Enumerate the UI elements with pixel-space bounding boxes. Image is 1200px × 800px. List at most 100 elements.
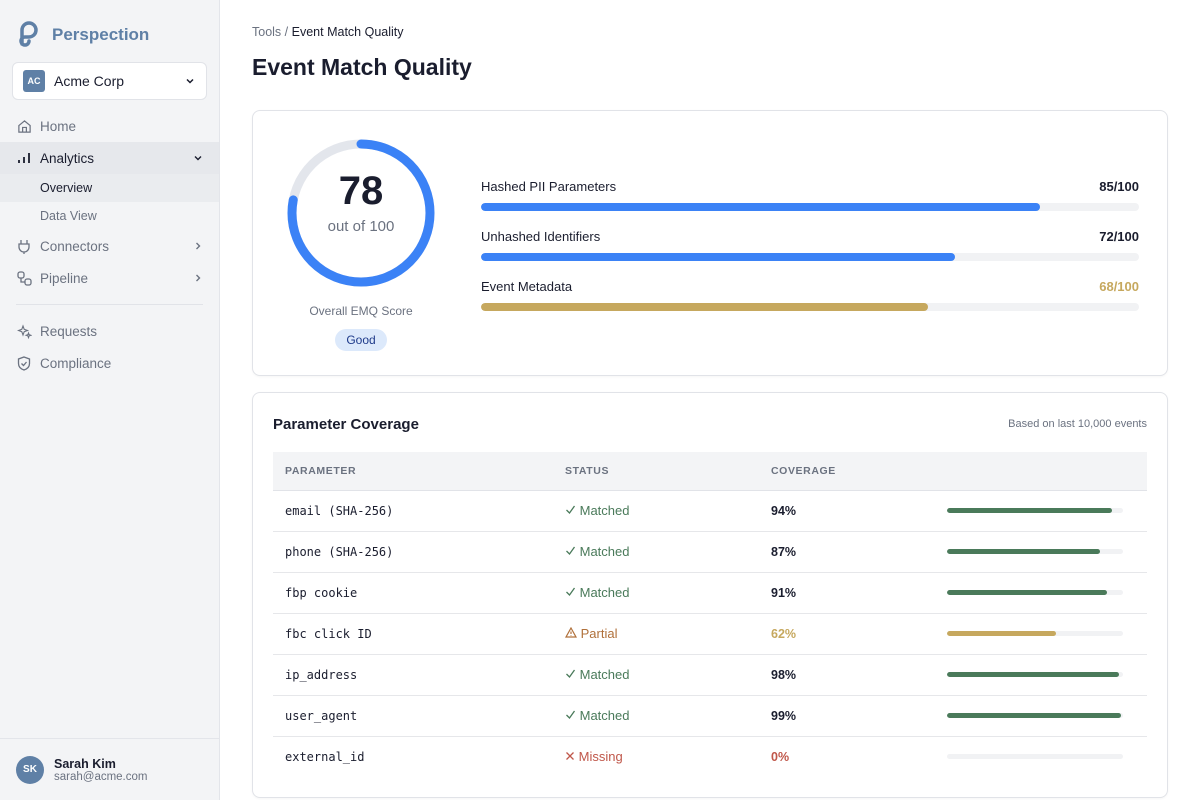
check-icon [565,503,576,518]
coverage-bar-cell [935,531,1147,573]
parameter-name: phone (SHA-256) [273,531,553,573]
emq-score-card: 78 out of 100 Overall EMQ Score Good Has… [252,110,1168,376]
sidebar-item-pipeline[interactable]: Pipeline [0,262,219,294]
coverage-bar-cell [935,654,1147,696]
logo[interactable]: Perspection [16,20,149,50]
sidebar-item-label: Pipeline [40,270,89,286]
sidebar-divider [16,304,203,305]
coverage-value: 87% [759,531,935,573]
table-row: fbp cookie Matched 91% [273,572,1147,614]
bar-chart-icon [16,151,32,165]
column-header-bar [935,452,1147,491]
sidebar: Perspection AC Acme Corp Home Analytics … [0,0,220,800]
coverage-value: 99% [759,695,935,737]
coverage-bar [947,508,1123,513]
metric-progress-fill [481,253,955,261]
sidebar-item-label: Requests [40,323,98,339]
table-row: fbc click ID Partial 62% [273,613,1147,655]
column-header-coverage: COVERAGE [759,452,935,491]
column-header-parameter: PARAMETER [273,452,553,491]
plug-icon [16,239,32,254]
status-badge: Good [335,329,387,351]
table-row: external_id Missing 0% [273,736,1147,777]
sidebar-item-home[interactable]: Home [0,110,219,142]
coverage-bar [947,754,1123,760]
parameter-name: external_id [285,749,365,764]
coverage-table: PARAMETER STATUS COVERAGE email (SHA-256… [273,452,1147,777]
status-label: Partial [580,626,618,641]
coverage-bar-cell [935,490,1147,532]
sidebar-item-requests[interactable]: Requests [0,315,219,347]
metric-progress-fill [481,203,1041,211]
breadcrumb-separator: / [284,25,289,39]
metric-progress-bar [481,203,1139,211]
breadcrumb: Tools / Event Match Quality [252,25,404,39]
coverage-bar-fill [947,549,1101,554]
parameter-name: email (SHA-256) [273,490,553,532]
metric-value: 72/100 [1099,229,1139,244]
score-value: 78 [338,169,384,213]
shield-check-icon [16,355,32,371]
status-cell: Partial [553,613,759,655]
sidebar-item-label: Connectors [40,238,110,254]
sidebar-item-connectors[interactable]: Connectors [0,230,219,262]
coverage-bar-fill [947,713,1122,718]
parameter-name: user_agent [273,695,553,737]
user-profile[interactable]: SK Sarah Kim sarah@acme.com [0,738,219,800]
sidebar-item-compliance[interactable]: Compliance [0,347,219,379]
table-row: ip_address Matched 98% [273,654,1147,696]
x-icon [565,749,575,764]
coverage-bar [947,713,1123,718]
metric-progress-bar [481,303,1139,311]
breadcrumb-parent[interactable]: Tools [252,25,281,39]
metric-label: Event Metadata [481,279,573,294]
parameter-name: ip_address [273,654,553,696]
coverage-value: 0% [771,749,790,764]
coverage-bar-cell [935,736,1147,777]
metric-progress-bar [481,253,1139,261]
sparkles-icon [16,323,32,339]
status-cell: Matched [553,695,759,737]
coverage-bar [947,549,1123,554]
status-cell: Matched [553,531,759,573]
sidebar-item-label: Analytics [40,150,95,166]
chevron-down-icon [186,78,194,84]
metric-progress-fill [481,303,929,311]
warning-icon [564,626,578,641]
chevron-right-icon [196,242,201,250]
coverage-bar [947,590,1123,595]
metric-value: 85/100 [1099,179,1139,194]
metric-2: Event Metadata 68/100 [481,279,1139,311]
status-label: Matched [579,585,630,600]
check-icon [565,544,576,559]
sidebar-nav: Home Analytics Overview Data View Connec… [0,110,219,379]
coverage-bar-cell [935,613,1147,655]
table-header-row: PARAMETER STATUS COVERAGE [273,452,1147,491]
parameter-coverage-card: Parameter Coverage Based on last 10,000 … [252,392,1168,798]
sidebar-subitem-overview[interactable]: Overview [0,174,219,202]
sidebar-item-label: Compliance [40,355,112,371]
coverage-bar-fill [947,590,1108,595]
pipeline-icon [16,270,32,286]
coverage-value: 94% [759,490,935,532]
perspection-logo-icon [19,21,38,47]
sidebar-subitem-data-view[interactable]: Data View [0,202,219,230]
metric-0: Hashed PII Parameters 85/100 [481,179,1139,211]
breadcrumb-current: Event Match Quality [291,25,404,39]
user-email: sarah@acme.com [54,770,148,783]
table-row: user_agent Matched 99% [273,695,1147,737]
coverage-bar-cell [935,572,1147,614]
section-note: Based on last 10,000 events [1008,418,1147,430]
metric-label: Hashed PII Parameters [481,179,617,194]
status-cell: Matched [553,654,759,696]
org-switcher[interactable]: AC Acme Corp [12,62,207,100]
home-icon [16,119,32,134]
chevron-right-icon [196,274,201,282]
status-cell: Matched [553,572,759,614]
status-label: Matched [579,708,630,723]
app-name: Perspection [52,25,150,44]
status-label: Matched [579,544,630,559]
coverage-bar-fill [947,508,1113,513]
score-label: Overall EMQ Score [309,304,413,318]
sidebar-item-analytics[interactable]: Analytics [0,142,219,174]
